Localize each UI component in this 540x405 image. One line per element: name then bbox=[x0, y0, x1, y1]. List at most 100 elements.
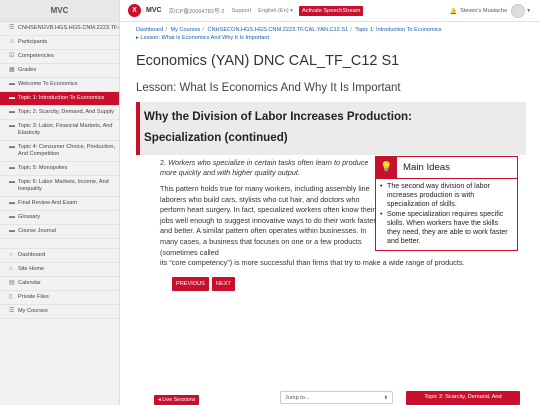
chevron-down-icon[interactable]: ▾ bbox=[527, 8, 530, 14]
top-navbar: X MVC 京ICP备20004782号-2 Support English (… bbox=[120, 0, 540, 22]
sidebar-item-label: Grades bbox=[18, 67, 37, 73]
folder-icon: ▬ bbox=[9, 179, 15, 185]
sidebar-item[interactable]: ▬ Topic 2: Scarcity, Demand, And Supply bbox=[0, 106, 119, 120]
support-link[interactable]: Support bbox=[232, 8, 252, 14]
list-item: The second way division of labor increas… bbox=[379, 182, 513, 209]
sidebar-item-label: Topic 2: Scarcity, Demand, And Supply bbox=[18, 109, 114, 115]
sidebar-item-label: Topic 3: Labor, Financial Markets, And E… bbox=[18, 123, 113, 136]
sidebar-item[interactable]: ☑ Competencies bbox=[0, 50, 119, 64]
folder-icon: ▬ bbox=[9, 123, 15, 129]
activate-speechstream-button[interactable]: Activate SpeechStream bbox=[298, 5, 364, 16]
page-navigation: PREVIOUS NEXT bbox=[172, 276, 526, 291]
folder-icon: ▬ bbox=[9, 144, 15, 150]
dashboard-icon: ○ bbox=[9, 252, 13, 258]
sidebar-item[interactable]: ☰CNHSENGVB.HGS.HGS.CNM.2223.TF.CAL.YAN.C… bbox=[0, 22, 119, 36]
home-icon: ⌂ bbox=[9, 266, 13, 272]
folder-icon: ▬ bbox=[9, 214, 15, 220]
sidebar-item[interactable]: ▬ Glossary bbox=[0, 211, 119, 225]
language-menu[interactable]: English (En) ▾ bbox=[258, 8, 293, 14]
site-logo[interactable]: X bbox=[128, 4, 141, 17]
breadcrumb-separator: / bbox=[350, 27, 352, 33]
sidebar-item[interactable]: ▬ Final Review And Exam bbox=[0, 197, 119, 211]
sidebar-item-label: Topic 1: Introduction To Economics bbox=[18, 95, 105, 101]
avatar[interactable] bbox=[511, 4, 526, 18]
sidebar-item[interactable]: ▬ Topic 5: Monopolies bbox=[0, 162, 119, 176]
breadcrumb-separator: / bbox=[165, 27, 167, 33]
sidebar-item-label: Site Home bbox=[18, 266, 45, 272]
lightbulb-icon: 💡 bbox=[376, 156, 397, 179]
activity-navigation: ◂ Live Sessions Jump to... ⬍ Topic 2: Sc… bbox=[120, 389, 540, 405]
sidebar-divider bbox=[0, 239, 119, 249]
sidebar-item[interactable]: ▬ Topic 4: Consumer Choice, Production, A… bbox=[0, 141, 119, 162]
user-name[interactable]: Steven's Mustache bbox=[460, 8, 507, 14]
sidebar-item-label: Welcome To Economics bbox=[18, 81, 78, 87]
sidebar-item-label: Final Review And Exam bbox=[18, 200, 78, 206]
live-sessions-button[interactable]: ◂ Live Sessions bbox=[154, 395, 200, 405]
numbered-point: 2. Workers who specialize in certain tas… bbox=[160, 158, 372, 178]
next-button[interactable]: NEXT bbox=[211, 276, 235, 291]
point-text: Workers who specialize in certain tasks … bbox=[160, 158, 369, 177]
sidebar-item-label: Glossary bbox=[18, 214, 41, 220]
sidebar-item[interactable]: ▬ Topic 6: Labor Markets, Income, And Ine… bbox=[0, 176, 119, 197]
icp-link[interactable]: 京ICP备20004782号-2 bbox=[169, 7, 225, 15]
sidebar-item-label: Dashboard bbox=[18, 252, 46, 258]
main-ideas-list: The second way division of labor increas… bbox=[376, 179, 517, 250]
breadcrumb-dashboard[interactable]: Dashboard bbox=[136, 27, 163, 33]
sidebar-item-label: Topic 6: Labor Markets, Income, And Ineq… bbox=[18, 179, 109, 192]
calendar-icon: ▤ bbox=[9, 280, 15, 286]
sidebar-item[interactable]: ▤ Calendar bbox=[0, 277, 119, 291]
sidebar-item-label: Private Files bbox=[18, 294, 49, 300]
paragraph-text-continued: its “core competency”) is more successfu… bbox=[160, 258, 465, 268]
users-icon: ☺ bbox=[9, 39, 16, 45]
graduation-cap-icon: ☰ bbox=[9, 25, 15, 31]
main-content: Dashboard / My Courses / CNHSECON.HGS.HGS.… bbox=[136, 26, 526, 291]
jump-to-value: Jump to... bbox=[285, 395, 310, 401]
file-icon: ▯ bbox=[9, 294, 13, 300]
main-ideas-title: Main Ideas bbox=[403, 162, 450, 173]
lesson-body: 2. Workers who specialize in certain tas… bbox=[136, 156, 526, 291]
breadcrumb-topic[interactable]: Topic 1: Introduction To Economics bbox=[355, 27, 441, 33]
main-ideas-header: 💡 Main Ideas bbox=[376, 156, 517, 179]
breadcrumb-lesson[interactable]: ▸ Lesson: What Is Economics And Why It I… bbox=[136, 35, 269, 41]
sidebar-item[interactable]: ▬ Topic 1: Introduction To Economics bbox=[0, 92, 119, 106]
breadcrumb: Dashboard / My Courses / CNHSECON.HGS.HGS.… bbox=[136, 26, 526, 42]
sidebar-item-label: Participants bbox=[18, 39, 48, 45]
sidebar-item-label: Competencies bbox=[18, 53, 54, 59]
graduation-cap-icon: ☰ bbox=[9, 308, 15, 314]
sidebar-item-label: My Courses bbox=[18, 308, 48, 314]
sidebar-item[interactable]: ▬ Welcome To Economics bbox=[0, 78, 119, 92]
sidebar-item[interactable]: ▯ Private Files bbox=[0, 291, 119, 305]
folder-icon: ▬ bbox=[9, 228, 15, 234]
sidebar-item[interactable]: ▬ Course Journal bbox=[0, 225, 119, 239]
sidebar-item[interactable]: ▬ Topic 3: Labor, Financial Markets, And … bbox=[0, 120, 119, 141]
sidebar-item-label: Topic 4: Consumer Choice, Production, An… bbox=[18, 144, 116, 157]
bell-icon[interactable]: 🔔 bbox=[450, 8, 457, 15]
breadcrumb-course[interactable]: CNHSECON.HGS.HGS.CNM.2223.TF.CAL.YAN.C12… bbox=[207, 27, 348, 33]
sidebar-item[interactable]: ☺ Participants bbox=[0, 36, 119, 50]
sidebar-item[interactable]: ▦ Grades bbox=[0, 64, 119, 78]
breadcrumb-separator: / bbox=[202, 27, 204, 33]
sidebar-item[interactable]: ⌂ Site Home bbox=[0, 263, 119, 277]
previous-button[interactable]: PREVIOUS bbox=[172, 276, 209, 291]
main-ideas-box: 💡 Main Ideas The second way division of … bbox=[375, 156, 518, 251]
banner-subheading: Specialization (continued) bbox=[144, 131, 288, 144]
breadcrumb-my-courses[interactable]: My Courses bbox=[171, 27, 201, 33]
sidebar-item-label: Calendar bbox=[18, 280, 41, 286]
folder-icon: ▬ bbox=[9, 165, 15, 171]
list-item: Some specialization requires specific sk… bbox=[379, 210, 513, 246]
page-title: Economics (YAN) DNC CAL_TF_C12 S1 bbox=[136, 53, 400, 69]
paragraph-text: This pattern holds true for many workers… bbox=[160, 184, 376, 257]
sidebar-item[interactable]: ○ Dashboard bbox=[0, 249, 119, 263]
user-menu[interactable]: 🔔 Steven's Mustache ▾ bbox=[450, 4, 530, 18]
sidebar-brand[interactable]: MVC bbox=[0, 0, 119, 22]
lesson-title: Lesson: What Is Economics And Why It Is … bbox=[136, 82, 401, 94]
folder-icon: ▬ bbox=[9, 95, 15, 101]
jump-to-select[interactable]: Jump to... ⬍ bbox=[280, 391, 393, 404]
banner-heading: Why the Division of Labor Increases Prod… bbox=[144, 110, 412, 123]
site-brand[interactable]: MVC bbox=[146, 7, 162, 14]
point-number: 2. bbox=[160, 158, 167, 167]
sidebar-item[interactable]: ☰ My Courses bbox=[0, 305, 119, 319]
table-icon: ▦ bbox=[9, 67, 15, 73]
select-arrows-icon: ⬍ bbox=[383, 395, 388, 401]
next-topic-button[interactable]: Topic 2: Scarcity, Demand, And bbox=[406, 391, 520, 405]
